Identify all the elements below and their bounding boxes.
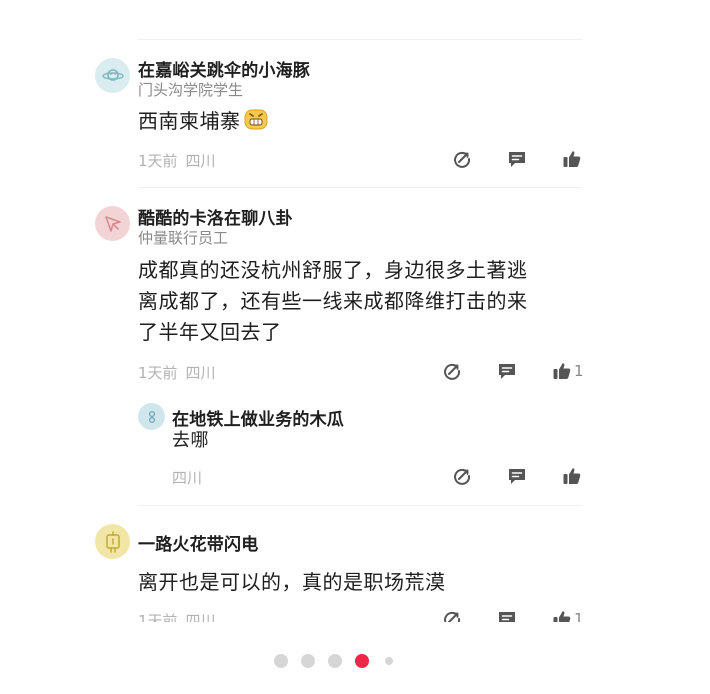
avatar[interactable]: [95, 58, 130, 93]
page-dot[interactable]: [301, 654, 315, 668]
comment-author[interactable]: 一路火花带闪电: [138, 530, 258, 555]
pagination-dots: [0, 650, 710, 672]
comment-author[interactable]: 酷酷的卡洛在聊八卦: [138, 204, 293, 229]
comment-text: 离开也是可以的，真的是职场荒漠: [138, 570, 446, 594]
avatar[interactable]: [138, 403, 165, 430]
avatar[interactable]: [95, 524, 130, 559]
repost-icon: [444, 611, 461, 622]
repost-button[interactable]: [451, 148, 473, 170]
flower-avatar-icon: [148, 410, 155, 423]
comment-icon: [509, 469, 525, 484]
comment-divider: [138, 187, 582, 188]
planet-avatar-icon: [101, 68, 124, 81]
avatar[interactable]: [95, 206, 130, 241]
like-button[interactable]: [561, 465, 583, 487]
like-icon: [563, 151, 581, 167]
like-icon: [553, 363, 571, 379]
grin-emoji-icon: [243, 107, 269, 140]
like-button[interactable]: [551, 608, 573, 622]
author-subtitle: 仲量联行员工: [138, 229, 229, 247]
reply-meta: 四川: [172, 469, 203, 487]
comment-meta: 1天前 四川: [138, 612, 216, 622]
comment-text: 西南柬埔寨: [138, 106, 269, 140]
like-button[interactable]: [551, 360, 573, 382]
reply-button[interactable]: [506, 465, 528, 487]
comment-icon: [509, 152, 525, 167]
comment-meta: 1天前 四川: [138, 152, 216, 170]
comment-icon: [499, 612, 515, 622]
repost-button[interactable]: [451, 465, 473, 487]
repost-icon: [454, 151, 471, 168]
comment-list[interactable]: 在嘉峪关跳伞的小海豚 门头沟学院学生 西南柬埔寨 1天前 四川 酷酷的卡洛在聊八…: [0, 0, 710, 622]
reply-button[interactable]: [506, 148, 528, 170]
comment-text: 成都真的还没杭州舒服了，身边很多土著逃 离成都了，还有些一线来成都降维打击的来 …: [138, 258, 528, 344]
repost-button[interactable]: [441, 608, 463, 622]
lantern-avatar-icon: [105, 530, 120, 553]
author-subtitle: 门头沟学院学生: [138, 81, 244, 99]
page-dot[interactable]: [385, 657, 393, 665]
page-dot-active[interactable]: [355, 654, 369, 668]
like-icon: [553, 611, 571, 622]
repost-icon: [454, 468, 471, 485]
reply-button[interactable]: [496, 360, 518, 382]
reply-author[interactable]: 在地铁上做业务的木瓜: [172, 405, 344, 430]
repost-button[interactable]: [441, 360, 463, 382]
repost-icon: [444, 363, 461, 380]
comment-author[interactable]: 在嘉峪关跳伞的小海豚: [138, 56, 310, 81]
like-icon: [563, 468, 581, 484]
like-count: 1: [574, 362, 584, 380]
like-button[interactable]: [561, 148, 583, 170]
page-dot[interactable]: [274, 654, 288, 668]
comment-icon: [499, 364, 515, 379]
reply-button[interactable]: [496, 608, 518, 622]
page-dot[interactable]: [328, 654, 342, 668]
comment-meta: 1天前 四川: [138, 364, 216, 382]
spark-avatar-icon: [104, 215, 121, 232]
reply-text: 去哪: [172, 430, 209, 451]
like-count: 1: [574, 610, 584, 622]
comment-divider: [138, 505, 582, 506]
